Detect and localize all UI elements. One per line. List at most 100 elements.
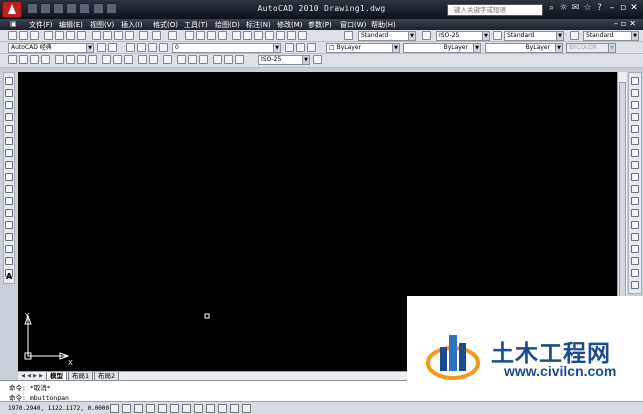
plot-icon[interactable] [44, 31, 53, 40]
close-icon[interactable]: ✕ [629, 2, 639, 14]
dim-text-edit-icon[interactable] [224, 55, 233, 64]
layer-lock-icon[interactable] [159, 43, 168, 52]
ellipse-arc-icon[interactable] [5, 197, 13, 205]
workspace-gear-icon[interactable] [108, 43, 117, 52]
radius-dim-icon[interactable] [55, 55, 64, 64]
layer-select[interactable]: 0 ▼ [172, 43, 281, 53]
tool-palettes-icon[interactable] [254, 31, 263, 40]
layer-previous-icon[interactable] [296, 43, 305, 52]
linear-dim-icon[interactable] [8, 55, 17, 64]
make-current-layer-icon[interactable] [285, 43, 294, 52]
workspace-settings-icon[interactable] [97, 43, 106, 52]
dim-space-icon[interactable] [138, 55, 147, 64]
point-icon[interactable] [5, 233, 13, 241]
lineweight-icon[interactable] [230, 404, 239, 413]
spline-icon[interactable] [5, 173, 13, 181]
line-icon[interactable] [5, 77, 13, 85]
workspace-select[interactable]: AutoCAD 经典 ▼ [8, 43, 94, 53]
dim-style-manager-icon[interactable] [313, 55, 322, 64]
jogged-linear-icon[interactable] [199, 55, 208, 64]
properties-icon[interactable] [232, 31, 241, 40]
explode-icon[interactable] [631, 269, 639, 277]
menu-dimension[interactable]: 标注(N) [246, 20, 271, 30]
snap-mode-icon[interactable] [122, 404, 131, 413]
search-icon[interactable]: ⌕ [546, 3, 557, 14]
minimize-icon[interactable]: – [607, 2, 617, 14]
layer-states-icon[interactable] [307, 43, 316, 52]
extend-icon[interactable] [631, 197, 639, 205]
plot-style-select[interactable]: BYCOLOR ▼ [566, 43, 616, 53]
ortho-mode-icon[interactable] [146, 404, 155, 413]
menu-draw[interactable]: 绘图(D) [215, 20, 240, 30]
arc-length-icon[interactable] [30, 55, 39, 64]
quick-properties-icon[interactable] [242, 404, 251, 413]
trim-icon[interactable] [631, 185, 639, 193]
favorites-icon[interactable]: ☆ [582, 3, 593, 14]
rotate-icon[interactable] [631, 149, 639, 157]
linetype-select[interactable]: ByLayer ▼ [403, 43, 481, 53]
text-style-icon[interactable] [344, 31, 353, 40]
menu-parametric[interactable]: 参数(P) [308, 20, 332, 30]
layer-freeze-icon[interactable] [148, 43, 157, 52]
inspection-icon[interactable] [188, 55, 197, 64]
open-file-icon[interactable] [19, 31, 28, 40]
dynamic-ucs-icon[interactable] [206, 404, 215, 413]
infer-constraints-icon[interactable] [110, 404, 119, 413]
design-center-icon[interactable] [243, 31, 252, 40]
match-properties-icon[interactable] [125, 31, 134, 40]
lineweight-select[interactable]: ByLayer ▼ [485, 43, 563, 53]
maximize-icon[interactable]: ▫ [618, 2, 628, 14]
center-mark-icon[interactable] [177, 55, 186, 64]
multileader-style-icon[interactable] [570, 31, 579, 40]
3d-osnap-icon[interactable] [182, 404, 191, 413]
pan-icon[interactable] [185, 31, 194, 40]
object-snap-tracking-icon[interactable] [194, 404, 203, 413]
communication-icon[interactable]: ✉ [570, 3, 581, 14]
menu-view[interactable]: 视图(V) [90, 20, 114, 30]
grid-display-icon[interactable] [134, 404, 143, 413]
help-tool-icon[interactable] [298, 31, 307, 40]
color-select[interactable]: □ ByLayer ▼ [326, 43, 400, 53]
polygon-icon[interactable] [5, 113, 13, 121]
polyline-icon[interactable] [5, 101, 13, 109]
dim-break-icon[interactable] [149, 55, 158, 64]
object-snap-icon[interactable] [170, 404, 179, 413]
last-tab-icon[interactable]: ▶ [38, 372, 44, 380]
ordinate-dim-icon[interactable] [41, 55, 50, 64]
tolerance-icon[interactable] [163, 55, 172, 64]
ellipse-icon[interactable] [5, 185, 13, 193]
menu-file[interactable]: 文件(F) [29, 20, 53, 30]
command-line[interactable]: 命令: *取消* 命令: mbuttonpan [0, 380, 407, 402]
circle-icon[interactable] [5, 149, 13, 157]
menu-window[interactable]: 窗口(W) [340, 20, 366, 30]
plot-preview-icon[interactable] [55, 31, 64, 40]
fillet-icon[interactable] [631, 257, 639, 265]
table-style-icon[interactable] [493, 31, 502, 40]
gradient-icon[interactable] [5, 257, 13, 265]
help-icon[interactable]: ? [594, 3, 605, 14]
aligned-dim-icon[interactable] [19, 55, 28, 64]
menu-insert[interactable]: 插入(I) [121, 20, 143, 30]
diameter-dim-icon[interactable] [77, 55, 86, 64]
break-at-point-icon[interactable] [631, 209, 639, 217]
multileader-style-select[interactable]: Standard ▼ [583, 31, 639, 41]
subscription-icon[interactable]: ☼ [558, 3, 569, 14]
stretch-icon[interactable] [631, 173, 639, 181]
chamfer-icon[interactable] [631, 245, 639, 253]
rectangle-icon[interactable] [5, 125, 13, 133]
dim-style-select-2[interactable]: ISO-25 ▼ [258, 55, 310, 65]
copy-object-icon[interactable] [631, 89, 639, 97]
quick-dim-icon[interactable] [102, 55, 111, 64]
polar-tracking-icon[interactable] [158, 404, 167, 413]
dim-style-icon[interactable] [422, 31, 431, 40]
offset-icon[interactable] [631, 113, 639, 121]
menu-tools[interactable]: 工具(T) [184, 20, 208, 30]
dim-style-select[interactable]: ISO-25 ▼ [436, 31, 490, 41]
insert-block-icon[interactable] [5, 209, 13, 217]
quickcalc-icon[interactable] [287, 31, 296, 40]
document-window-controls[interactable]: –▫✕ [614, 19, 639, 28]
dim-edit-icon[interactable] [213, 55, 222, 64]
copy-icon[interactable] [103, 31, 112, 40]
search-input[interactable]: 键入关键字或短语 [447, 4, 543, 16]
text-style-select[interactable]: Standard ▼ [358, 31, 416, 41]
